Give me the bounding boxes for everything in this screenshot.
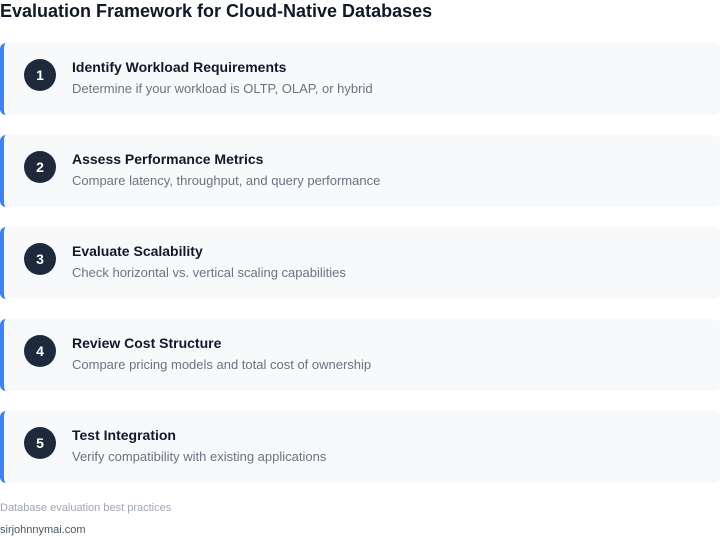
step-card-2: 2 Assess Performance Metrics Compare lat… [0,135,720,207]
step-title: Identify Workload Requirements [72,59,287,75]
step-card-5: 5 Test Integration Verify compatibility … [0,411,720,483]
step-title: Review Cost Structure [72,335,222,351]
footer-caption: Database evaluation best practices [0,502,172,514]
step-number-badge: 1 [24,59,56,91]
step-title: Assess Performance Metrics [72,151,264,167]
step-card-1: 1 Identify Workload Requirements Determi… [0,43,720,115]
step-description: Compare latency, throughput, and query p… [72,173,381,188]
step-description: Determine if your workload is OLTP, OLAP… [72,81,373,96]
step-title: Test Integration [72,427,176,443]
step-title: Evaluate Scalability [72,243,203,259]
step-number-badge: 3 [24,243,56,275]
page-title: Evaluation Framework for Cloud-Native Da… [0,1,433,21]
step-card-3: 3 Evaluate Scalability Check horizontal … [0,227,720,299]
steps-list: 1 Identify Workload Requirements Determi… [0,43,720,503]
footer-source: sirjohnnymai.com [0,524,86,536]
step-description: Check horizontal vs. vertical scaling ca… [72,265,346,280]
framework-page: Evaluation Framework for Cloud-Native Da… [0,0,720,537]
step-card-4: 4 Review Cost Structure Compare pricing … [0,319,720,391]
step-description: Compare pricing models and total cost of… [72,357,372,372]
step-description: Verify compatibility with existing appli… [72,449,327,464]
step-number-badge: 2 [24,151,56,183]
step-number-badge: 5 [24,427,56,459]
step-number-badge: 4 [24,335,56,367]
